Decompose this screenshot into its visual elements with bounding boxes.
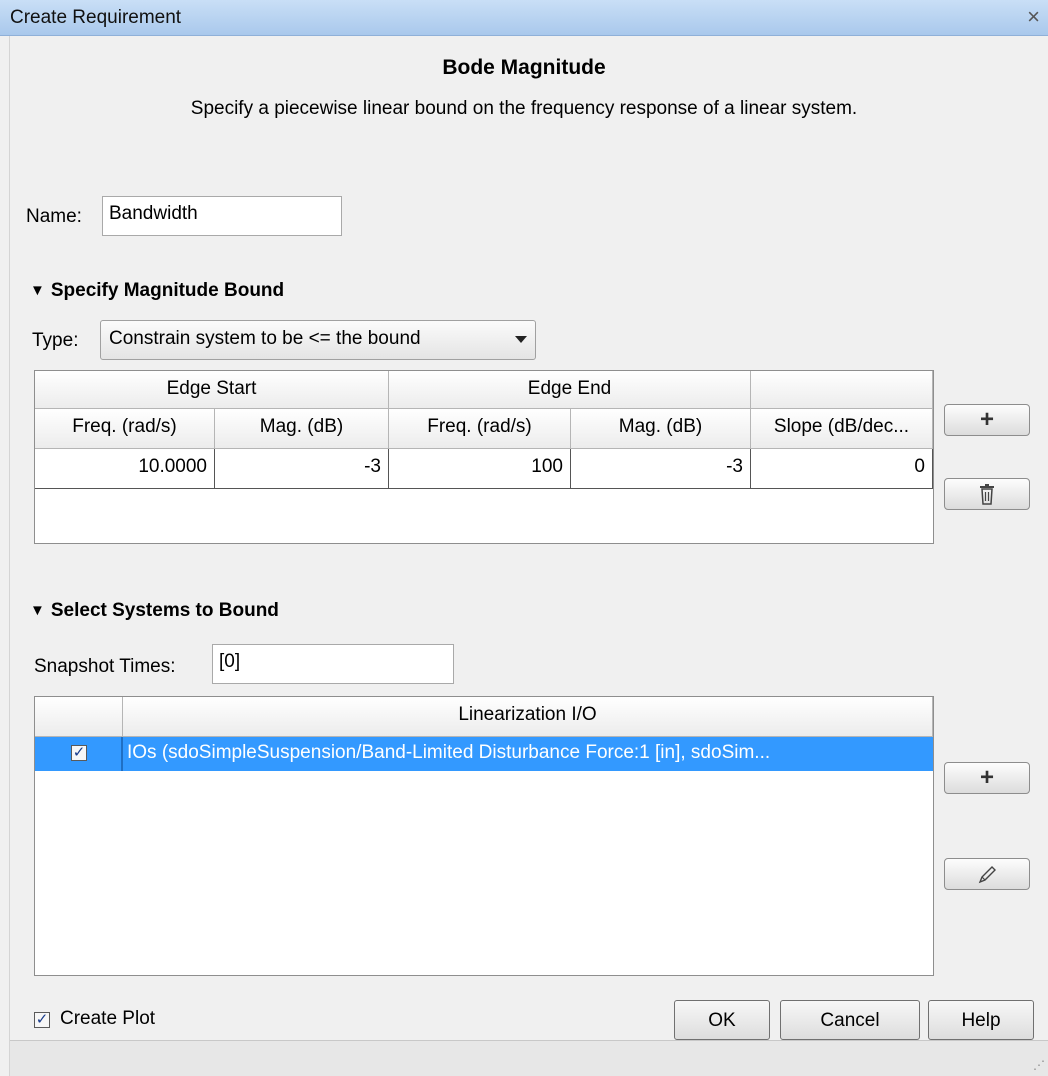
systems-section-header[interactable]: ▼ Select Systems to Bound: [30, 600, 279, 622]
column-header-start-mag[interactable]: Mag. (dB): [215, 409, 389, 449]
dialog-heading: Bode Magnitude: [442, 56, 606, 79]
ok-button[interactable]: OK: [674, 1000, 770, 1040]
column-header-slope[interactable]: Slope (dB/dec...: [751, 409, 933, 449]
bound-edges-table: Edge Start Edge End Freq. (rad/s) Mag. (…: [34, 370, 934, 544]
delete-edge-button[interactable]: [944, 478, 1030, 510]
cancel-button[interactable]: Cancel: [780, 1000, 920, 1040]
row-divider: [121, 737, 123, 771]
snapshot-times-input[interactable]: [0]: [212, 644, 454, 684]
row-io-text: IOs (sdoSimpleSuspension/Band-Limited Di…: [127, 742, 771, 763]
group-header-edge-start: Edge Start: [35, 371, 389, 409]
trash-icon: [980, 484, 994, 505]
column-header-select: [35, 697, 123, 737]
collapse-triangle-icon[interactable]: ▼: [30, 602, 45, 619]
window-left-edge: [0, 36, 10, 1076]
name-input[interactable]: Bandwidth: [102, 196, 342, 236]
close-icon[interactable]: ×: [1027, 4, 1040, 30]
column-header-end-mag[interactable]: Mag. (dB): [571, 409, 751, 449]
cell-end-freq[interactable]: 100: [389, 449, 571, 489]
group-header-blank: [751, 371, 933, 409]
resize-grip-icon[interactable]: ⋰: [1033, 1058, 1045, 1072]
type-dropdown[interactable]: Constrain system to be <= the bound: [100, 320, 536, 360]
create-plot-checkbox[interactable]: ✓: [34, 1012, 50, 1028]
column-header-linearization-io[interactable]: Linearization I/O: [123, 697, 933, 737]
snapshot-times-label: Snapshot Times:: [34, 656, 176, 677]
row-checkbox[interactable]: ✓: [71, 745, 87, 761]
cell-start-freq[interactable]: 10.0000: [35, 449, 215, 489]
window-title: Create Requirement: [10, 7, 182, 28]
edit-system-button[interactable]: [944, 858, 1030, 890]
status-bar: ⋰: [10, 1040, 1048, 1076]
group-header-edge-end: Edge End: [389, 371, 751, 409]
create-plot-label[interactable]: Create Plot: [60, 1008, 155, 1030]
pencil-icon: [978, 866, 996, 884]
add-system-button[interactable]: +: [944, 762, 1030, 794]
column-header-end-freq[interactable]: Freq. (rad/s): [389, 409, 571, 449]
type-label: Type:: [32, 330, 79, 351]
help-button[interactable]: Help: [928, 1000, 1034, 1040]
magnitude-section-title: Specify Magnitude Bound: [50, 280, 285, 301]
collapse-triangle-icon[interactable]: ▼: [30, 282, 45, 299]
cell-slope[interactable]: 0: [751, 449, 933, 489]
linearization-io-table: Linearization I/O ✓ IOs (sdoSimpleSuspen…: [34, 696, 934, 976]
systems-section-title: Select Systems to Bound: [50, 600, 279, 621]
cell-start-mag[interactable]: -3: [215, 449, 389, 489]
dialog-description: Specify a piecewise linear bound on the …: [190, 98, 858, 119]
table-row[interactable]: ✓ IOs (sdoSimpleSuspension/Band-Limited …: [35, 737, 933, 771]
type-dropdown-value: Constrain system to be <= the bound: [109, 328, 421, 349]
column-header-start-freq[interactable]: Freq. (rad/s): [35, 409, 215, 449]
title-bar: Create Requirement ×: [0, 0, 1048, 36]
cell-end-mag[interactable]: -3: [571, 449, 751, 489]
name-label: Name:: [26, 206, 82, 227]
magnitude-section-header[interactable]: ▼ Specify Magnitude Bound: [30, 280, 284, 302]
add-edge-button[interactable]: +: [944, 404, 1030, 436]
dropdown-arrow-icon: [515, 336, 527, 343]
plus-icon: +: [979, 406, 994, 433]
plus-icon: +: [979, 764, 994, 791]
